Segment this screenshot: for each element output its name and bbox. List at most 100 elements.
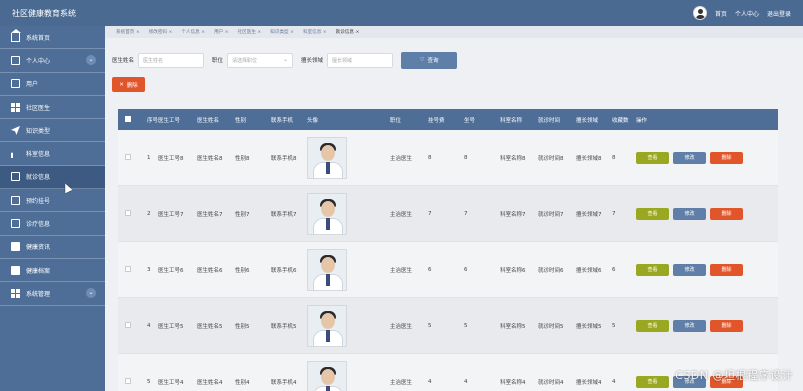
search-button-label: 查询 (427, 58, 439, 64)
sidebar-item-personal-center[interactable]: 个人中心 ⌄ (0, 49, 105, 73)
edit-button[interactable]: 修改 (673, 263, 706, 276)
cell-department: 科室名称8 (500, 155, 526, 162)
cell-visit-time: 就诊时间4 (538, 379, 564, 386)
col-header: 坐号 (464, 117, 476, 124)
cell-favorites: 8 (612, 154, 616, 161)
sidebar-item-label: 预约挂号 (26, 197, 51, 205)
delete-button[interactable]: 删除 (710, 207, 743, 220)
home-link[interactable]: 首页 (715, 9, 727, 18)
cell-no: 5 (147, 378, 151, 385)
tab-doctors[interactable]: 社区医生 × (235, 29, 265, 35)
sidebar-item-home[interactable]: 系统首页 (0, 26, 105, 50)
cell-department: 科室名称6 (500, 267, 526, 274)
batch-delete-label: 删除 (126, 82, 138, 89)
top-bar: 社区健康教育系统 首页 个人中心 退出登录 (0, 0, 803, 26)
delete-button[interactable]: 删除 (710, 263, 743, 276)
cell-specialty: 擅长领域5 (576, 323, 602, 330)
tab-users[interactable]: 用户 × (211, 29, 232, 35)
sidebar-item-users[interactable]: 用户 (0, 73, 105, 96)
cell-specialty: 擅长领域4 (576, 379, 602, 386)
cell-position: 主治医生 (390, 155, 413, 162)
sidebar-item-label: 就诊信息 (26, 174, 51, 182)
tab-departments[interactable]: 科室信息 × (300, 29, 330, 35)
specialty-label: 擅长领域 (301, 58, 324, 64)
cell-position: 主治医生 (390, 267, 413, 274)
tab-home[interactable]: 系统首页 × (113, 29, 143, 35)
edit-button[interactable]: 修改 (673, 207, 706, 220)
batch-delete-button[interactable]: ✕ 删除 (112, 77, 145, 92)
tab-personal-info[interactable]: 个人信息 × (178, 29, 208, 35)
table-row: 2 医生工号7 医生姓名7 性别7 联系手机7 主治医生 7 7 科室名称7 就诊时间7 擅长领域7… (118, 186, 778, 242)
cell-avatar (307, 304, 390, 347)
sidebar-item-knowledge-type[interactable]: 知识类型 (0, 119, 105, 143)
book-icon (11, 242, 20, 252)
cell-gender: 性别5 (235, 323, 250, 330)
sidebar-item-doctors[interactable]: 社区医生 (0, 96, 105, 120)
view-button[interactable]: 查看 (636, 263, 669, 276)
table-body: 1 医生工号8 医生姓名8 性别8 联系手机8 主治医生 8 8 科室名称8 就诊时间8 擅长领域8… (118, 130, 778, 391)
sidebar-item-health-records[interactable]: 健康档案 (0, 259, 105, 283)
row-checkbox[interactable] (118, 153, 137, 162)
sidebar-item-departments[interactable]: 科室信息 (0, 142, 105, 166)
tab-knowledge-type[interactable]: 知识类型 × (267, 29, 297, 35)
search-bar: 医生姓名 医生姓名 职位 请选择职位 擅长领域 擅长领域 ♡ 查询 (112, 50, 782, 70)
row-checkbox[interactable] (118, 321, 137, 330)
view-button[interactable]: 查看 (636, 151, 669, 164)
select-all-checkbox[interactable] (118, 115, 137, 124)
sidebar-item-treatments[interactable]: 诊疗信息 (0, 212, 105, 236)
cell-doctor-name: 医生姓名8 (197, 155, 223, 162)
position-select[interactable]: 请选择职位 (227, 52, 294, 68)
chevron-down-icon[interactable]: ⌄ (86, 55, 96, 66)
cell-doctor-name: 医生姓名4 (197, 379, 223, 386)
sidebar-item-visits[interactable]: 就诊信息 (0, 165, 105, 190)
row-checkbox[interactable] (118, 377, 137, 386)
profile-link[interactable]: 个人中心 (735, 9, 759, 18)
sidebar-item-health-news[interactable]: 健康资讯 (0, 236, 105, 259)
cell-doctor-id: 医生工号6 (158, 267, 184, 274)
view-button[interactable]: 查看 (636, 319, 669, 332)
cell-favorites: 6 (612, 266, 616, 273)
cell-actions: 查看 修改 删除 (636, 263, 756, 276)
view-button[interactable]: 查看 (636, 375, 669, 388)
app-title: 社区健康教育系统 (12, 8, 76, 18)
cell-actions: 查看 修改 删除 (636, 207, 756, 220)
cell-phone: 联系手机5 (271, 323, 297, 330)
cell-department: 科室名称4 (500, 379, 526, 386)
col-header: 挂号费 (428, 117, 445, 124)
monitor-icon (11, 172, 20, 182)
chevron-down-icon[interactable]: ⌄ (86, 288, 96, 299)
avatar[interactable] (692, 6, 707, 20)
header-right: 首页 个人中心 退出登录 (692, 6, 803, 20)
delete-button[interactable]: 删除 (710, 151, 743, 164)
col-header: 头像 (307, 117, 319, 124)
bar-chart-icon (11, 149, 20, 159)
specialty-input[interactable]: 擅长领域 (327, 52, 394, 68)
col-header: 性别 (235, 117, 247, 124)
sidebar-item-label: 系统首页 (26, 34, 51, 42)
edit-button[interactable]: 修改 (673, 319, 706, 332)
main-content: 医生姓名 医生姓名 职位 请选择职位 擅长领域 擅长领域 ♡ 查询 ✕ 删除 (112, 44, 782, 92)
edit-button[interactable]: 修改 (673, 151, 706, 164)
doctor-photo (307, 360, 347, 391)
delete-button[interactable]: 删除 (710, 319, 743, 332)
doctor-name-input[interactable]: 医生姓名 (138, 52, 205, 68)
cell-visit-time: 就诊时间8 (538, 155, 564, 162)
sidebar-item-appointments[interactable]: 预约挂号 (0, 189, 105, 213)
row-checkbox[interactable] (118, 265, 137, 274)
sidebar: 系统首页 个人中心 ⌄ 用户 社区医生 知识类型 科室信息 就诊信息 预约挂号 … (0, 26, 105, 391)
close-icon: ✕ (119, 81, 124, 88)
cell-position: 主治医生 (390, 379, 413, 386)
search-button[interactable]: ♡ 查询 (401, 51, 458, 69)
tab-change-password[interactable]: 修改密码 × (146, 29, 176, 35)
sidebar-item-system-management[interactable]: 系统管理 ⌄ (0, 282, 105, 306)
logout-link[interactable]: 退出登录 (767, 9, 791, 18)
col-header: 收藏数 (612, 117, 629, 124)
cell-seat: 8 (464, 154, 468, 161)
tab-visits[interactable]: 就诊信息 × (333, 29, 363, 35)
cell-doctor-id: 医生工号4 (158, 379, 184, 386)
sidebar-item-label: 用户 (26, 81, 39, 89)
grid-icon (11, 102, 20, 112)
row-checkbox[interactable] (118, 209, 137, 218)
view-button[interactable]: 查看 (636, 207, 669, 220)
col-header: 医生工号 (158, 117, 181, 124)
